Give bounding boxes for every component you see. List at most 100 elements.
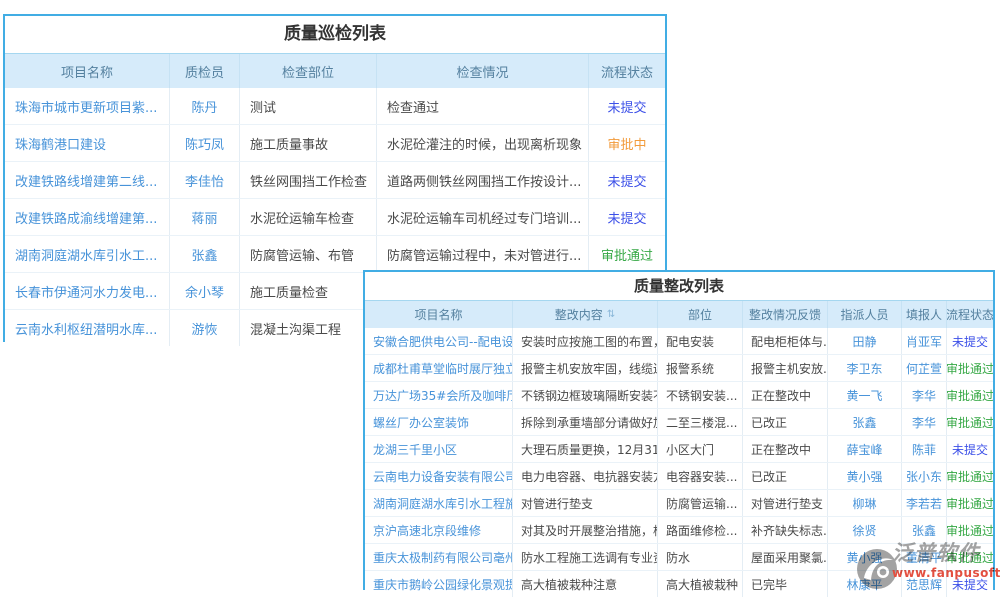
project-link[interactable]: 珠海市城市更新项目紫... [5, 88, 170, 124]
inspector-link[interactable]: 张鑫 [170, 236, 240, 272]
status-badge[interactable]: 未提交 [947, 571, 993, 597]
status-badge[interactable]: 审批通过 [947, 355, 993, 381]
table-row[interactable]: 珠海市城市更新项目紫... 陈丹 测试 检查通过 未提交 [5, 88, 665, 125]
inspector-link[interactable]: 游恢 [170, 310, 240, 346]
assignee-link[interactable]: 徐贤 [828, 517, 902, 543]
table-row[interactable]: 龙湖三千里小区 大理石质量更换，12月31日之... 小区大门 正在整改中 薛宝… [365, 436, 993, 463]
rectify-content-cell: 大理石质量更换，12月31日之... [513, 436, 658, 462]
rectify-content-cell: 报警主机安放牢固，线缆连接... [513, 355, 658, 381]
check-part-cell: 测试 [240, 88, 377, 124]
feedback-cell: 配电柜柜体与... [743, 328, 828, 354]
status-badge[interactable]: 未提交 [947, 328, 993, 354]
assignee-link[interactable]: 柳琳 [828, 490, 902, 516]
status-badge[interactable]: 审批通过 [947, 409, 993, 435]
table-row[interactable]: 湖南洞庭湖水库引水工... 张鑫 防腐管运输、布管 防腐管运输过程中，未对管进行… [5, 236, 665, 273]
status-badge[interactable]: 审批通过 [947, 382, 993, 408]
reporter-link[interactable]: 李华 [902, 409, 947, 435]
reporter-link[interactable]: 李华 [902, 382, 947, 408]
assignee-link[interactable]: 林康平 [828, 571, 902, 597]
assignee-link[interactable]: 张鑫 [828, 409, 902, 435]
status-badge[interactable]: 未提交 [589, 162, 665, 198]
table-row[interactable]: 湖南洞庭湖水库引水工程施工标 对管进行垫支 防腐管运输... 对管进行垫支 柳琳… [365, 490, 993, 517]
inspector-link[interactable]: 蒋丽 [170, 199, 240, 235]
rectification-table-title: 质量整改列表 [365, 272, 993, 301]
project-link[interactable]: 珠海鹤港口建设 [5, 125, 170, 161]
assignee-link[interactable]: 黄小强 [828, 463, 902, 489]
project-link[interactable]: 湖南洞庭湖水库引水工... [5, 236, 170, 272]
table-row[interactable]: 万达广场35#会所及咖啡厅空... 不锈钢边框玻璃隔断安装不牢... 不锈钢安装… [365, 382, 993, 409]
project-link[interactable]: 安徽合肥供电公司--配电设备... [365, 328, 513, 354]
project-link[interactable]: 云南水利枢纽潜明水库... [5, 310, 170, 346]
inspector-link[interactable]: 陈巧凤 [170, 125, 240, 161]
table-row[interactable]: 成都杜甫草堂临时展厅独立展... 报警主机安放牢固，线缆连接... 报警系统 报… [365, 355, 993, 382]
status-badge[interactable]: 未提交 [947, 436, 993, 462]
status-badge[interactable]: 审批通过 [589, 236, 665, 272]
feedback-cell: 正在整改中 [743, 382, 828, 408]
table-row[interactable]: 云南电力设备安装有限公司20... 电力电容器、电抗器安装方案... 电容器安装… [365, 463, 993, 490]
status-badge[interactable]: 审批通过 [947, 544, 993, 570]
project-link[interactable]: 万达广场35#会所及咖啡厅空... [365, 382, 513, 408]
reporter-link[interactable]: 范思辉 [902, 571, 947, 597]
table-row[interactable]: 重庆市鹅岭公园绿化景观提升... 高大植被栽种注意 高大植被栽种 已完毕 林康平… [365, 571, 993, 597]
check-part-cell: 施工质量检查 [240, 273, 377, 309]
status-badge[interactable]: 未提交 [589, 88, 665, 124]
inspector-link[interactable]: 李佳怡 [170, 162, 240, 198]
part-cell: 二至三楼混... [658, 409, 743, 435]
status-badge[interactable]: 审批中 [589, 125, 665, 161]
assignee-link[interactable]: 黄小强 [828, 544, 902, 570]
assignee-link[interactable]: 薛宝峰 [828, 436, 902, 462]
project-link[interactable]: 京沪高速北京段维修 [365, 517, 513, 543]
table-row[interactable]: 改建铁路线增建第二线... 李佳怡 铁丝网围挡工作检查 道路两侧铁丝网围挡工作按… [5, 162, 665, 199]
part-cell: 防水 [658, 544, 743, 570]
project-link[interactable]: 云南电力设备安装有限公司20... [365, 463, 513, 489]
project-link[interactable]: 龙湖三千里小区 [365, 436, 513, 462]
feedback-cell: 屋面采用聚氯... [743, 544, 828, 570]
inspector-link[interactable]: 余小琴 [170, 273, 240, 309]
part-cell: 高大植被栽种 [658, 571, 743, 597]
check-part-cell: 水泥砼运输车检查 [240, 199, 377, 235]
table-row[interactable]: 螺丝厂办公室装饰 拆除到承重墙部分请做好加固... 二至三楼混... 已改正 张… [365, 409, 993, 436]
status-badge[interactable]: 未提交 [589, 199, 665, 235]
rectify-content-cell: 对其及时开展整治措施，桥头... [513, 517, 658, 543]
status-badge[interactable]: 审批通过 [947, 490, 993, 516]
table-row[interactable]: 京沪高速北京段维修 对其及时开展整治措施，桥头... 路面维修检... 补齐缺失… [365, 517, 993, 544]
status-badge[interactable]: 审批通过 [947, 463, 993, 489]
reporter-link[interactable]: 李若若 [902, 490, 947, 516]
feedback-cell: 补齐缺失标志... [743, 517, 828, 543]
reporter-link[interactable]: 陈菲 [902, 436, 947, 462]
table-row[interactable]: 珠海鹤港口建设 陈巧凤 施工质量事故 水泥砼灌注的时候，出现离析现象 审批中 [5, 125, 665, 162]
project-link[interactable]: 长春市伊通河水力发电... [5, 273, 170, 309]
reporter-link[interactable]: 董清平 [902, 544, 947, 570]
project-link[interactable]: 湖南洞庭湖水库引水工程施工标 [365, 490, 513, 516]
project-link[interactable]: 重庆太极制药有限公司亳州中... [365, 544, 513, 570]
assignee-link[interactable]: 田静 [828, 328, 902, 354]
header-rectify-content[interactable]: 整改内容 ⇅ [513, 301, 658, 328]
assignee-link[interactable]: 李卫东 [828, 355, 902, 381]
header-rectify-content-label: 整改内容 [555, 306, 603, 323]
table-row[interactable]: 安徽合肥供电公司--配电设备... 安装时应按施工图的布置，将... 配电安装 … [365, 328, 993, 355]
feedback-cell: 报警主机安放... [743, 355, 828, 381]
part-cell: 小区大门 [658, 436, 743, 462]
project-link[interactable]: 改建铁路成渝线增建第... [5, 199, 170, 235]
inspector-link[interactable]: 陈丹 [170, 88, 240, 124]
check-part-cell: 防腐管运输、布管 [240, 236, 377, 272]
sort-icon[interactable]: ⇅ [607, 309, 615, 320]
status-badge[interactable]: 审批通过 [947, 517, 993, 543]
table-row[interactable]: 重庆太极制药有限公司亳州中... 防水工程施工选调有专业资质... 防水 屋面采… [365, 544, 993, 571]
project-link[interactable]: 成都杜甫草堂临时展厅独立展... [365, 355, 513, 381]
rectify-content-cell: 拆除到承重墙部分请做好加固... [513, 409, 658, 435]
header-flow-status: 流程状态 [947, 301, 993, 328]
reporter-link[interactable]: 张小东 [902, 463, 947, 489]
project-link[interactable]: 螺丝厂办公室装饰 [365, 409, 513, 435]
reporter-link[interactable]: 何芷萱 [902, 355, 947, 381]
reporter-link[interactable]: 肖亚军 [902, 328, 947, 354]
part-cell: 电容器安装... [658, 463, 743, 489]
table-row[interactable]: 改建铁路成渝线增建第... 蒋丽 水泥砼运输车检查 水泥砼运输车司机经过专门培训… [5, 199, 665, 236]
feedback-cell: 已改正 [743, 409, 828, 435]
reporter-link[interactable]: 张鑫 [902, 517, 947, 543]
assignee-link[interactable]: 黄一飞 [828, 382, 902, 408]
feedback-cell: 已完毕 [743, 571, 828, 597]
project-link[interactable]: 重庆市鹅岭公园绿化景观提升... [365, 571, 513, 597]
part-cell: 配电安装 [658, 328, 743, 354]
project-link[interactable]: 改建铁路线增建第二线... [5, 162, 170, 198]
